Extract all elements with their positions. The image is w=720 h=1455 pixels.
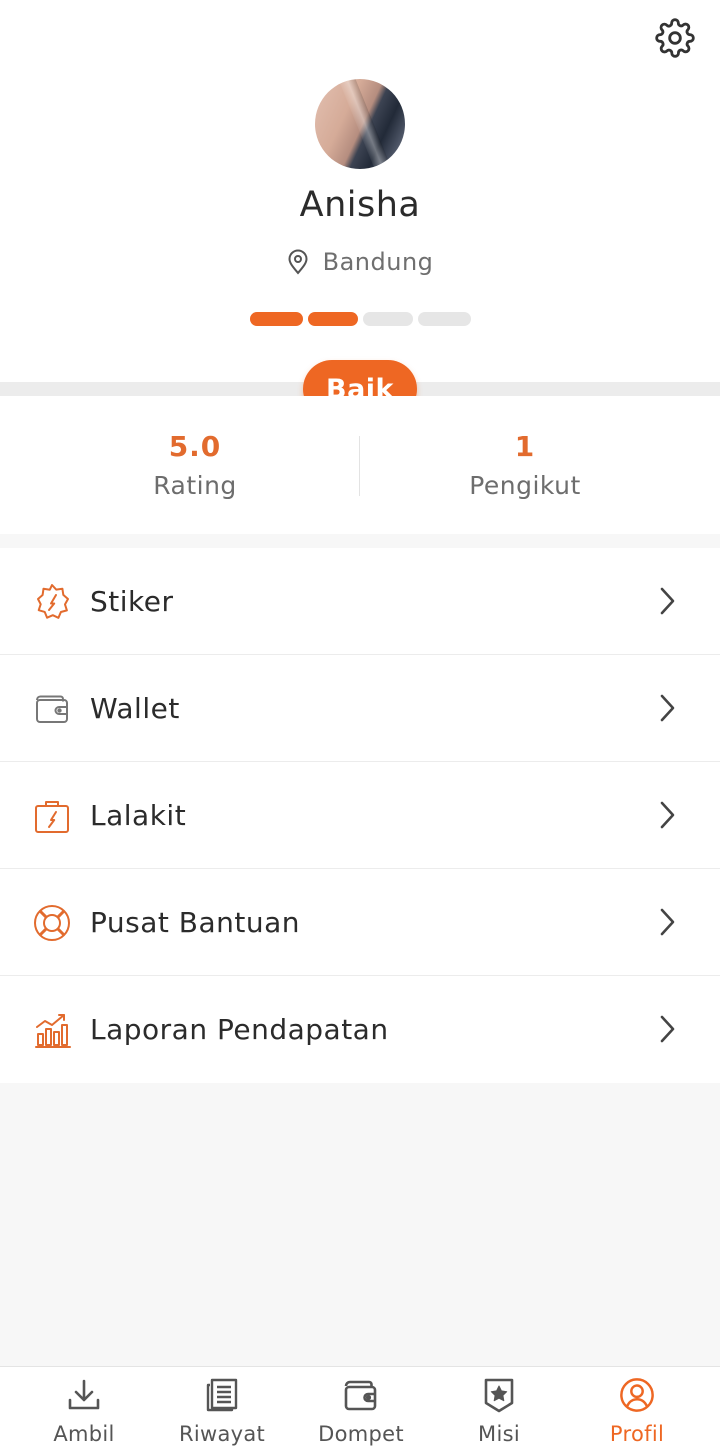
- rating-label: Rating: [153, 471, 237, 500]
- followers-value: 1: [514, 430, 536, 463]
- star-badge-icon: [481, 1377, 517, 1413]
- chevron-right-icon: [660, 587, 675, 615]
- user-icon: [619, 1377, 655, 1413]
- nav-label: Profil: [609, 1422, 665, 1446]
- location-text: Bandung: [322, 248, 434, 276]
- profile-screen: Anisha Bandung Baik 5.0 Rating 1 Pengiku…: [0, 0, 720, 1455]
- chevron-right-icon: [660, 908, 675, 936]
- document-list-icon: [204, 1377, 240, 1413]
- wallet-icon: [343, 1377, 379, 1413]
- nav-label: Ambil: [53, 1422, 115, 1446]
- chevron-right-icon: [660, 1015, 675, 1043]
- stats-panel: 5.0 Rating 1 Pengikut: [0, 396, 720, 534]
- nav-misi[interactable]: Misi: [427, 1367, 571, 1455]
- level-segment: [308, 312, 358, 326]
- bar-chart-icon: [32, 1010, 72, 1050]
- level-segment: [363, 312, 413, 326]
- menu-item-label: Pusat Bantuan: [90, 905, 301, 939]
- download-icon: [66, 1377, 102, 1413]
- nav-dompet[interactable]: Dompet: [289, 1367, 433, 1455]
- menu-item-wallet[interactable]: Wallet: [0, 655, 720, 762]
- kit-bag-icon: [32, 796, 72, 836]
- location-row: Bandung: [0, 248, 720, 276]
- wallet-icon: [32, 689, 72, 729]
- sticker-badge-icon: [32, 582, 72, 622]
- menu-item-label: Lalakit: [90, 798, 187, 832]
- avatar[interactable]: [315, 79, 405, 169]
- menu-item-stiker[interactable]: Stiker: [0, 548, 720, 655]
- level-segment: [418, 312, 471, 326]
- settings-button[interactable]: [652, 15, 698, 61]
- profile-menu: Stiker Wallet Lalakit Pusat Bantuan Lapo…: [0, 548, 720, 1083]
- chevron-right-icon: [660, 801, 675, 829]
- level-segment: [250, 312, 303, 326]
- gear-icon: [655, 18, 695, 58]
- profile-name: Anisha: [299, 185, 421, 225]
- profile-header: Anisha Bandung: [0, 0, 720, 382]
- level-progress-bar: [250, 312, 472, 326]
- menu-item-label: Wallet: [90, 691, 180, 725]
- nav-label: Misi: [478, 1422, 520, 1446]
- map-pin-icon: [288, 249, 308, 275]
- bottom-nav: Ambil Riwayat Dompet Misi Profil: [0, 1366, 720, 1455]
- followers-stat[interactable]: 1 Pengikut: [345, 430, 705, 500]
- nav-ambil[interactable]: Ambil: [12, 1367, 156, 1455]
- menu-item-pusat-bantuan[interactable]: Pusat Bantuan: [0, 869, 720, 976]
- nav-riwayat[interactable]: Riwayat: [150, 1367, 294, 1455]
- rating-value: 5.0: [168, 430, 222, 463]
- nav-label: Riwayat: [178, 1422, 266, 1446]
- lifebuoy-icon: [32, 903, 72, 943]
- rating-stat[interactable]: 5.0 Rating: [15, 430, 375, 500]
- nav-label: Dompet: [318, 1422, 404, 1446]
- chevron-right-icon: [660, 694, 675, 722]
- nav-profil[interactable]: Profil: [565, 1367, 709, 1455]
- menu-item-lalakit[interactable]: Lalakit: [0, 762, 720, 869]
- menu-item-label: Laporan Pendapatan: [90, 1013, 389, 1046]
- followers-label: Pengikut: [469, 471, 581, 500]
- menu-item-label: Stiker: [90, 584, 174, 618]
- menu-item-laporan-pendapatan[interactable]: Laporan Pendapatan: [0, 976, 720, 1083]
